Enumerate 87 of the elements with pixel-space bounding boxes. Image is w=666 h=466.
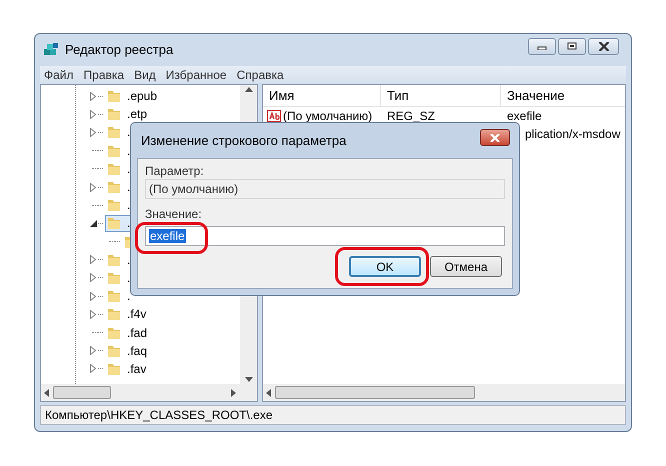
dialog-title: Изменение строкового параметра: [141, 132, 346, 150]
tree-label: .f4v: [127, 306, 146, 324]
value-field[interactable]: exefile: [145, 226, 505, 246]
maximize-icon: [567, 42, 577, 50]
tree-label: .fav: [127, 360, 146, 378]
folder-icon: [107, 289, 121, 304]
folder-icon: [107, 144, 121, 158]
tree-label: .faq: [127, 342, 148, 360]
scroll-left-icon[interactable]: [266, 388, 271, 396]
tree-item[interactable]: .fad: [105, 324, 150, 342]
folder-icon: [107, 198, 121, 212]
menu-item[interactable]: Правка: [84, 66, 124, 84]
folder-icon: [107, 216, 121, 230]
tree-label: .: [127, 124, 130, 142]
minimize-button[interactable]: [528, 38, 556, 54]
tree-item[interactable]: .: [105, 142, 132, 160]
table-cell: REG_SZ: [387, 109, 436, 123]
horizontal-scrollbar[interactable]: [263, 384, 625, 401]
tree-item[interactable]: .: [105, 269, 132, 286]
tree-item[interactable]: .etp: [105, 106, 150, 123]
tree-item[interactable]: .: [105, 196, 132, 214]
string-value-icon: [267, 110, 281, 122]
tree-item[interactable]: .: [105, 251, 132, 268]
table-cell: exefile: [507, 109, 542, 123]
selected-text: exefile: [149, 229, 186, 243]
folder-icon: [107, 326, 121, 340]
scroll-right-icon[interactable]: [231, 388, 236, 396]
status-bar: Компьютер\HKEY_CLASSES_ROOT\.exe: [40, 405, 626, 425]
maximize-button[interactable]: [558, 38, 586, 54]
close-icon: [490, 134, 500, 142]
table-cell-text: (По умолчанию): [283, 108, 372, 125]
tree-label: .etp: [127, 106, 148, 124]
close-icon: [598, 42, 610, 50]
tree-item[interactable]: .: [105, 288, 132, 305]
menu-item[interactable]: Вид: [134, 66, 156, 84]
menu-item[interactable]: Справка: [236, 66, 284, 84]
folder-icon: [107, 252, 121, 267]
column-header[interactable]: Имя: [263, 85, 381, 106]
scroll-down-icon[interactable]: [244, 377, 252, 382]
tree-item[interactable]: .fav: [105, 360, 148, 378]
table-cell: plication/x-msdow: [525, 127, 620, 141]
folder-icon: [107, 180, 121, 194]
folder-icon: [107, 162, 121, 176]
window-title: Редактор реестра: [65, 41, 174, 60]
folder-icon: [107, 89, 121, 104]
menu-item[interactable]: Избранное: [166, 66, 227, 84]
tree-label: .: [127, 252, 130, 269]
folder-icon: [107, 307, 121, 322]
tree-item[interactable]: .: [105, 214, 132, 232]
tree-label: .: [127, 197, 130, 214]
field-label: Значение:: [145, 207, 202, 221]
scroll-thumb[interactable]: [275, 386, 475, 399]
tree-label: .: [127, 270, 130, 287]
tree-label: .: [127, 288, 130, 306]
close-button[interactable]: [588, 38, 619, 54]
registry-cubes-icon: [43, 42, 59, 58]
tree-label: .: [127, 215, 130, 232]
cancel-button[interactable]: Отмена: [430, 256, 502, 277]
tree-label: .: [127, 160, 130, 178]
column-header[interactable]: Тип: [381, 85, 501, 106]
tree-item[interactable]: .: [105, 124, 132, 141]
tree-item[interactable]: .epub: [105, 88, 160, 105]
tree-item[interactable]: .faq: [105, 342, 150, 360]
tree-label: .fad: [127, 324, 148, 342]
folder-icon: [107, 362, 121, 376]
tree-item[interactable]: .: [105, 178, 132, 196]
close-button[interactable]: [480, 129, 510, 146]
expand-arrow-icon[interactable]: [90, 182, 96, 192]
tree-label: .epub: [127, 88, 158, 106]
folder-icon: [107, 107, 121, 122]
tree-item[interactable]: .: [105, 160, 132, 178]
tree-label: .: [127, 142, 130, 160]
scroll-up-icon[interactable]: [244, 87, 252, 92]
tree-item[interactable]: .f4v: [105, 306, 148, 323]
ok-button[interactable]: OK: [349, 256, 421, 277]
folder-icon: [107, 270, 121, 285]
horizontal-scrollbar[interactable]: [41, 384, 257, 401]
parameter-field: (По умолчанию): [145, 179, 505, 199]
tree-label: .: [127, 179, 130, 196]
collapse-arrow-icon[interactable]: [90, 220, 96, 227]
scroll-left-icon[interactable]: [44, 388, 49, 396]
menu-item[interactable]: Файл: [44, 66, 74, 84]
folder-icon: [107, 344, 121, 358]
scroll-thumb[interactable]: [53, 386, 111, 399]
folder-icon: [107, 125, 121, 140]
column-header[interactable]: Значение: [501, 85, 625, 106]
field-label: Параметр:: [145, 164, 204, 178]
